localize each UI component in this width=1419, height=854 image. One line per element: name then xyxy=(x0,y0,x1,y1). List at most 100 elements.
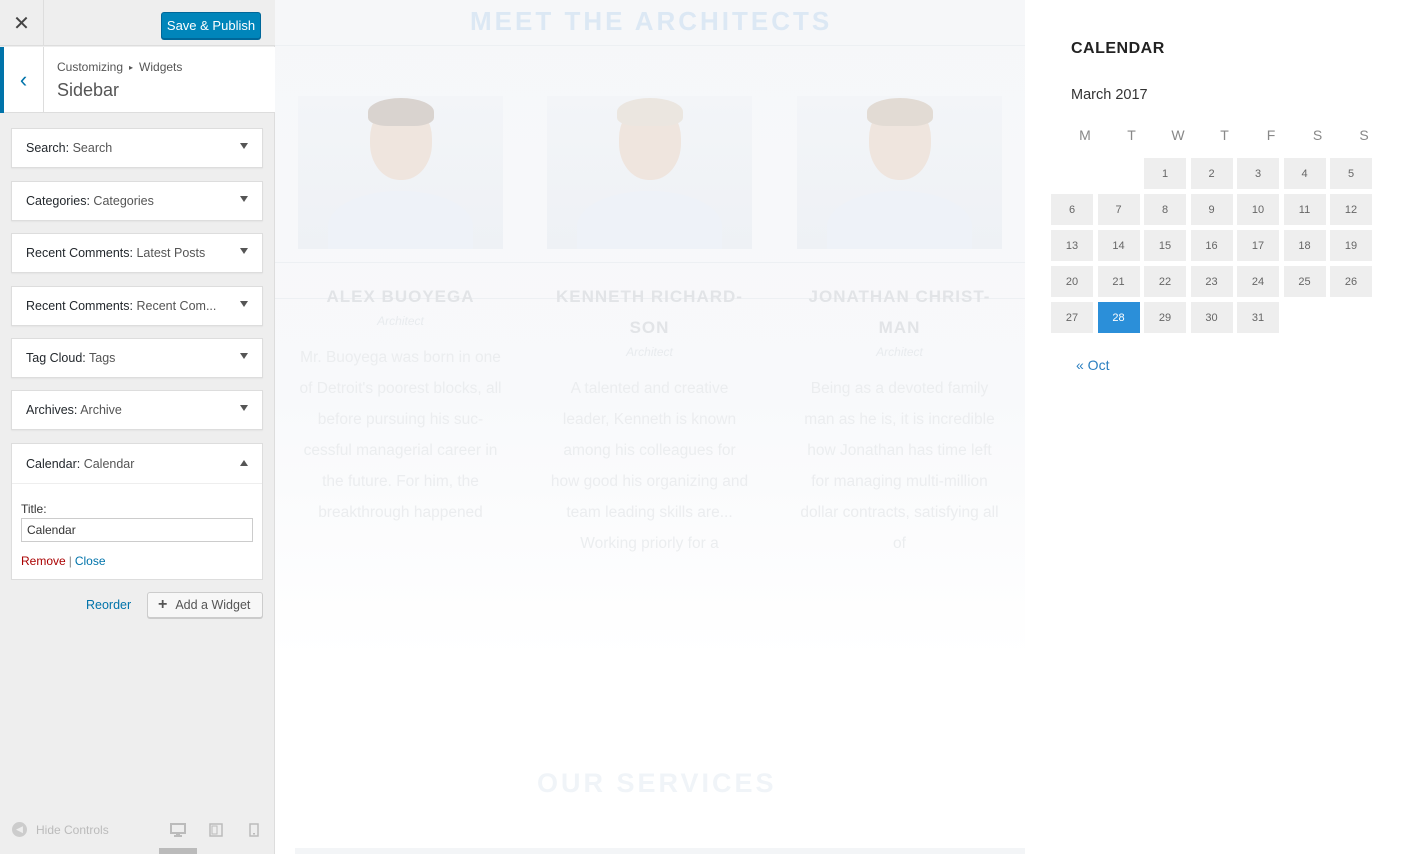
active-device-indicator xyxy=(159,848,197,854)
widget-search[interactable]: Search: Search xyxy=(11,128,263,168)
portrait-image xyxy=(298,96,503,249)
calendar-day: 27 xyxy=(1051,302,1093,333)
expand-arrow-icon[interactable] xyxy=(240,143,248,149)
calendar-day: 7 xyxy=(1097,194,1140,225)
widget-recent-comments-latest[interactable]: Recent Comments: Latest Posts xyxy=(11,233,263,273)
widget-type: Categories: xyxy=(26,194,90,208)
calendar-day: 20 xyxy=(1051,266,1093,297)
back-button[interactable]: ‹ xyxy=(0,47,44,113)
add-widget-label: Add a Widget xyxy=(175,598,251,612)
remove-link[interactable]: Remove xyxy=(21,554,66,568)
member-name: JONATHAN CHRIST-MAN xyxy=(808,287,991,337)
portrait-image xyxy=(547,96,752,249)
widget-title: Categories xyxy=(93,194,154,208)
customizer-header-actions: ✕ Save & Publish xyxy=(0,0,275,46)
chevron-left-icon: ‹ xyxy=(19,67,28,92)
close-link[interactable]: Close xyxy=(75,554,106,568)
widget-title: Latest Posts xyxy=(136,246,206,260)
desktop-preview-icon[interactable] xyxy=(170,823,186,842)
services-heading: OUR SERVICES xyxy=(537,768,777,798)
calendar-day: 21 xyxy=(1097,266,1140,297)
weekday-header: T xyxy=(1127,127,1136,143)
title-field[interactable] xyxy=(21,518,253,542)
breadcrumb-current: Widgets xyxy=(139,60,183,74)
close-icon: ✕ xyxy=(13,12,30,35)
calendar-day: 24 xyxy=(1237,266,1279,297)
calendar-day: 10 xyxy=(1237,194,1279,225)
calendar-day: 31 xyxy=(1237,302,1279,333)
team-member-card: ALEX BUOYEGA Architect Mr. Buoyega was b… xyxy=(298,96,503,528)
expand-arrow-icon[interactable] xyxy=(240,248,248,254)
calendar-day: 26 xyxy=(1330,266,1372,297)
calendar-day: 16 xyxy=(1190,230,1233,261)
calendar-day: 1 xyxy=(1144,158,1186,189)
weekday-header: F xyxy=(1266,127,1276,143)
add-widget-button[interactable]: + Add a Widget xyxy=(147,592,263,618)
widget-tag-cloud[interactable]: Tag Cloud: Tags xyxy=(11,338,263,378)
customizer-sidebar: ✕ Save & Publish ‹ Customizing ▸ Widgets… xyxy=(0,0,275,854)
close-customizer-button[interactable]: ✕ xyxy=(0,0,44,46)
calendar-day: 11 xyxy=(1283,194,1326,225)
expand-arrow-icon[interactable] xyxy=(240,301,248,307)
mobile-preview-icon[interactable] xyxy=(249,823,259,842)
widget-type: Recent Comments: xyxy=(26,299,133,313)
calendar-day: 30 xyxy=(1190,302,1233,333)
expand-arrow-icon[interactable] xyxy=(240,353,248,359)
widget-title: Calendar xyxy=(83,457,135,471)
customizer-footer: ◀ Hide Controls xyxy=(0,810,275,854)
expand-arrow-icon[interactable] xyxy=(240,196,248,202)
portrait-image xyxy=(797,96,1002,249)
reorder-link[interactable]: Reorder xyxy=(86,598,131,612)
services-strip xyxy=(295,848,1025,854)
member-name: ALEX BUOYEGA xyxy=(326,287,475,306)
member-bio: Mr. Buoyega was born in one of Detroit's… xyxy=(299,349,502,521)
widget-type: Search: xyxy=(26,141,70,155)
calendar-day: 15 xyxy=(1144,230,1186,261)
widget-actions: Remove | Close xyxy=(21,554,106,568)
calendar-caption: March 2017 xyxy=(1071,87,1148,103)
widget-type: Tag Cloud: xyxy=(26,351,86,365)
widget-calendar: Calendar: Calendar Title: Remove|Close xyxy=(11,443,263,580)
calendar-day: 19 xyxy=(1330,230,1372,261)
widget-calendar-header[interactable]: Calendar: Calendar xyxy=(12,444,262,484)
hide-controls-label: Hide Controls xyxy=(36,822,109,837)
tablet-preview-icon[interactable] xyxy=(209,823,223,842)
title-field-label: Title: xyxy=(21,502,47,516)
save-publish-button[interactable]: Save & Publish xyxy=(161,12,261,39)
member-role: Architect xyxy=(626,345,673,359)
action-separator: | xyxy=(68,554,72,568)
weekday-header: T xyxy=(1220,127,1229,143)
expand-arrow-icon[interactable] xyxy=(240,405,248,411)
site-preview: MEET THE ARCHITECTS ALEX BUOYEGA Archite… xyxy=(275,0,1419,854)
calendar-day: 13 xyxy=(1051,230,1093,261)
widget-title: Tags xyxy=(89,351,116,365)
breadcrumb: Customizing ▸ Widgets xyxy=(57,60,182,74)
team-member-card: KENNETH RICHARD-SON Architect A talented… xyxy=(547,96,752,559)
hide-controls-button[interactable]: ◀ Hide Controls xyxy=(12,822,109,837)
member-name: KENNETH RICHARD-SON xyxy=(556,287,743,337)
calendar-day: 5 xyxy=(1330,158,1372,189)
calendar-prev-link[interactable]: « Oct xyxy=(1076,357,1109,373)
calendar-day: 3 xyxy=(1237,158,1279,189)
weekday-header: S xyxy=(1312,127,1323,143)
member-role: Architect xyxy=(377,314,424,328)
widget-categories[interactable]: Categories: Categories xyxy=(11,181,263,221)
weekday-header: S xyxy=(1359,127,1369,143)
calendar-day-today: 28 xyxy=(1097,302,1140,333)
calendar-day: 4 xyxy=(1283,158,1326,189)
section-heading: MEET THE ARCHITECTS xyxy=(470,6,833,36)
widget-archives[interactable]: Archives: Archive xyxy=(11,390,263,430)
plus-icon: + xyxy=(158,596,168,613)
widget-type: Recent Comments: xyxy=(26,246,133,260)
widget-title: Recent Com... xyxy=(136,299,217,313)
calendar-day: 22 xyxy=(1144,266,1186,297)
breadcrumb-separator-icon: ▸ xyxy=(129,62,134,72)
calendar-day: 8 xyxy=(1144,194,1186,225)
breadcrumb-root: Customizing xyxy=(57,60,124,74)
weekday-header: M xyxy=(1079,127,1091,143)
calendar-day: 23 xyxy=(1190,266,1233,297)
widget-recent-comments[interactable]: Recent Comments: Recent Com... xyxy=(11,286,263,326)
collapse-arrow-icon[interactable] xyxy=(240,460,248,466)
calendar-day: 25 xyxy=(1283,266,1326,297)
calendar-day: 18 xyxy=(1283,230,1326,261)
